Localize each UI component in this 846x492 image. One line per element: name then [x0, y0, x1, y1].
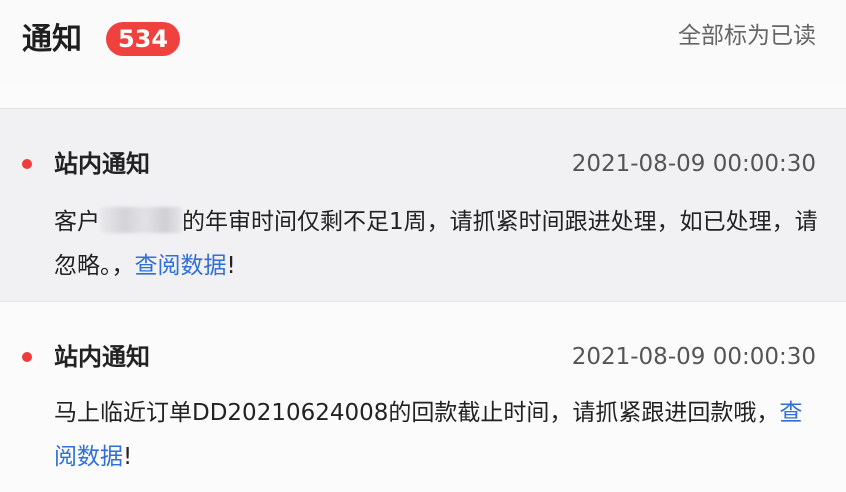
- view-data-link[interactable]: 查阅数据: [135, 253, 227, 279]
- notification-body: 马上临近订单DD20210624008的回款截止时间，请抓紧跟进回款哦，查阅数据…: [54, 391, 824, 479]
- notification-header: 通知 534 全部标为已读: [0, 0, 846, 84]
- unread-count-badge: 534: [106, 22, 180, 56]
- mark-all-read-button[interactable]: 全部标为已读: [678, 20, 816, 52]
- notification-title: 站内通知: [54, 343, 150, 371]
- notification-time: 2021-08-09 00:00:30: [571, 151, 816, 177]
- notification-time: 2021-08-09 00:00:30: [571, 344, 816, 370]
- notification-item[interactable]: 站内通知 2021-08-09 00:00:30 马上临近订单DD2021062…: [0, 303, 846, 492]
- notification-suffix: !: [123, 444, 133, 470]
- unread-dot-icon: [22, 352, 32, 362]
- notification-item[interactable]: 站内通知 2021-08-09 00:00:30 客户 的年审时间仅剩不足1周，请…: [0, 108, 846, 302]
- notification-body: 客户 的年审时间仅剩不足1周，请抓紧时间跟进处理，如已处理，请忽略。，查阅数据!: [54, 200, 824, 288]
- notification-title: 站内通知: [54, 150, 150, 178]
- redacted-customer-name: [100, 207, 182, 233]
- unread-dot-icon: [22, 159, 32, 169]
- notification-text-before: 客户: [54, 209, 100, 235]
- notification-text: 马上临近订单DD20210624008的回款截止时间，请抓紧跟进回款哦，: [54, 400, 780, 426]
- notification-suffix: !: [226, 253, 236, 279]
- page-title: 通知: [22, 22, 82, 57]
